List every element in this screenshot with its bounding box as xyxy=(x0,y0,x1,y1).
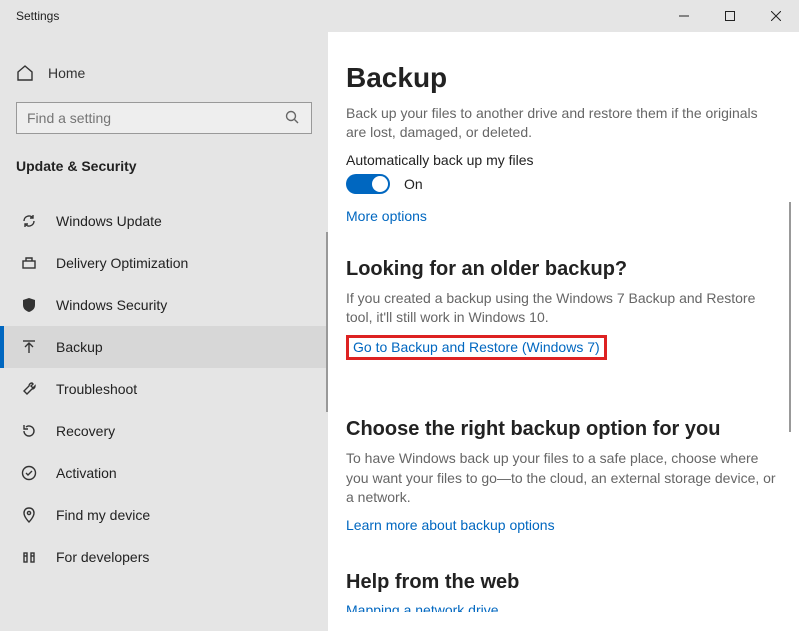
older-backup-body: If you created a backup using the Window… xyxy=(346,289,781,328)
delivery-icon xyxy=(20,254,38,272)
learn-more-backup-link[interactable]: Learn more about backup options xyxy=(346,517,555,533)
sidebar-item-windows-security[interactable]: Windows Security xyxy=(0,284,328,326)
window-title: Settings xyxy=(16,9,59,23)
close-icon xyxy=(771,11,781,21)
content-scrollbar[interactable] xyxy=(789,202,791,432)
sidebar-item-label: Windows Update xyxy=(56,213,162,229)
sidebar-item-label: Windows Security xyxy=(56,297,167,313)
minimize-icon xyxy=(679,11,689,21)
window-controls xyxy=(661,0,799,32)
choose-option-title: Choose the right backup option for you xyxy=(346,418,781,441)
home-label: Home xyxy=(48,65,85,81)
search-box[interactable] xyxy=(16,102,312,134)
auto-backup-toggle[interactable] xyxy=(346,174,390,194)
location-icon xyxy=(20,506,38,524)
backup-restore-win7-link[interactable]: Go to Backup and Restore (Windows 7) xyxy=(353,339,600,355)
toggle-state-label: On xyxy=(404,176,423,192)
home-nav[interactable]: Home xyxy=(0,56,328,90)
minimize-button[interactable] xyxy=(661,0,707,32)
recovery-icon xyxy=(20,422,38,440)
nav-list: Windows Update Delivery Optimization Win… xyxy=(0,200,328,578)
highlight-annotation: Go to Backup and Restore (Windows 7) xyxy=(346,335,607,360)
sidebar-item-label: Activation xyxy=(56,465,117,481)
sidebar-section-title: Update & Security xyxy=(0,152,328,186)
refresh-icon xyxy=(20,212,38,230)
developer-icon xyxy=(20,548,38,566)
check-circle-icon xyxy=(20,464,38,482)
more-options-link[interactable]: More options xyxy=(346,208,427,224)
wrench-icon xyxy=(20,380,38,398)
help-link-mapping-network-drive[interactable]: Mapping a network drive xyxy=(346,602,781,612)
older-backup-title: Looking for an older backup? xyxy=(346,258,781,281)
sidebar-item-label: Find my device xyxy=(56,507,150,523)
sidebar: Home Update & Security Windows Update De… xyxy=(0,32,328,631)
search-icon xyxy=(285,110,301,126)
auto-backup-toggle-row: On xyxy=(346,174,781,194)
maximize-button[interactable] xyxy=(707,0,753,32)
maximize-icon xyxy=(725,11,735,21)
choose-option-body: To have Windows back up your files to a … xyxy=(346,449,781,507)
shield-icon xyxy=(20,296,38,314)
sidebar-item-label: Troubleshoot xyxy=(56,381,137,397)
page-intro: Back up your files to another drive and … xyxy=(346,104,781,142)
sidebar-item-label: Recovery xyxy=(56,423,115,439)
sidebar-item-troubleshoot[interactable]: Troubleshoot xyxy=(0,368,328,410)
home-icon xyxy=(16,64,34,82)
content-pane: Backup Back up your files to another dri… xyxy=(328,32,799,631)
sidebar-item-delivery-optimization[interactable]: Delivery Optimization xyxy=(0,242,328,284)
close-button[interactable] xyxy=(753,0,799,32)
help-web-title: Help from the web xyxy=(346,571,781,594)
search-input[interactable] xyxy=(27,110,285,126)
sidebar-item-find-my-device[interactable]: Find my device xyxy=(0,494,328,536)
page-title: Backup xyxy=(346,62,781,94)
toggle-heading: Automatically back up my files xyxy=(346,152,781,168)
titlebar: Settings xyxy=(0,0,799,32)
sidebar-item-backup[interactable]: Backup xyxy=(0,326,328,368)
sidebar-item-recovery[interactable]: Recovery xyxy=(0,410,328,452)
sidebar-item-for-developers[interactable]: For developers xyxy=(0,536,328,578)
sidebar-item-label: Backup xyxy=(56,339,103,355)
sidebar-item-windows-update[interactable]: Windows Update xyxy=(0,200,328,242)
backup-icon xyxy=(20,338,38,356)
sidebar-item-activation[interactable]: Activation xyxy=(0,452,328,494)
sidebar-item-label: For developers xyxy=(56,549,149,565)
sidebar-item-label: Delivery Optimization xyxy=(56,255,188,271)
